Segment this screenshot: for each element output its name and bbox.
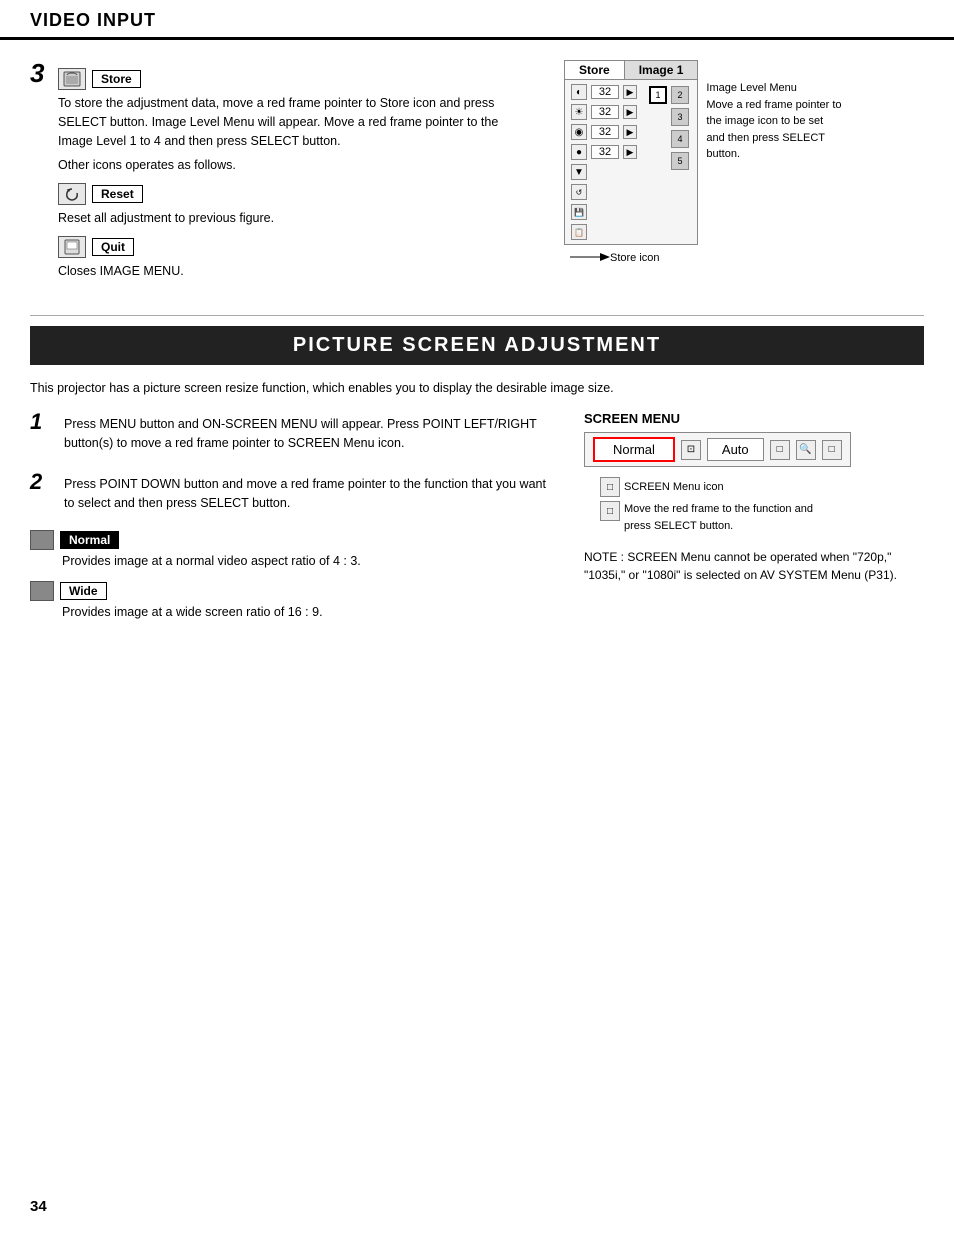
quit-btn-label: Quit [92,238,134,256]
image-icon-5: 5 [671,152,689,170]
psa-two-col: 1 Press MENU button and ON-SCREEN MENU w… [30,411,924,628]
menu-indicator-box-2: □ [600,501,620,521]
quit-icon-row: Quit [58,236,534,258]
screen-icon-2: □ [770,440,790,460]
screen-icon-4: □ [822,440,842,460]
note-box: NOTE : SCREEN Menu cannot be operated wh… [584,548,924,584]
screen-icon-1: ⊡ [681,440,701,460]
step3-number: 3 [30,60,50,86]
section1-left: 3 Store To store the adjustment data, mo… [30,60,534,295]
menu-row-8: 📋 [571,224,637,240]
image1-menu-btn: Image 1 [625,61,698,79]
screen-icon-3: 🔍 [796,440,816,460]
image-icon-3: 3 [671,108,689,126]
screen-normal-box: Normal [593,437,675,462]
screen-auto-box: Auto [707,438,764,461]
wide-desc: Provides image at a wide screen ratio of… [62,603,554,622]
reset-icon-box [58,183,86,205]
menu-row-7: 💾 [571,204,637,220]
contrast-icon: ◐ [571,84,587,100]
quit-menu-icon: 📋 [571,224,587,240]
store-icon-box [58,68,86,90]
store-menu-btn: Store [565,61,625,79]
reset-btn-label: Reset [92,185,143,203]
arrow2: ▶ [623,105,637,119]
normal-desc: Provides image at a normal video aspect … [62,552,554,571]
image-icon-2: 2 [671,86,689,104]
other-icons-label: Other icons operates as follows. [58,156,534,175]
screen-menu-label: SCREEN MENU [584,411,924,426]
wide-icon-box [30,581,54,601]
page-footer: 34 [30,1198,47,1215]
store-icon-row: Store [58,68,534,90]
step1-text: Press MENU button and ON-SCREEN MENU wil… [64,415,554,453]
psa-heading: PICTURE SCREEN ADJUSTMENT [30,326,924,365]
menu-top-bar: Store Image 1 [565,61,697,80]
reset-desc: Reset all adjustment to previous figure. [58,209,534,228]
arrow1: ▶ [623,85,637,99]
step2-num: 2 [30,471,48,493]
step2-text: Press POINT DOWN button and move a red f… [64,475,554,513]
val4: 32 [591,145,619,159]
menu-row-6: ↺ [571,184,637,200]
step1-num: 1 [30,411,48,433]
quit-icon-box [58,236,86,258]
section1: 3 Store To store the adjustment data, mo… [30,60,924,295]
arrow4: ▶ [623,145,637,159]
page-number: 34 [30,1198,47,1215]
main-content: 3 Store To store the adjustment data, mo… [0,40,954,628]
screen-move-text: Move the red frame to the function andpr… [624,501,813,534]
diagram-annotation-text: Image Level MenuMove a red frame pointer… [706,82,841,160]
right-annotation: Image Level MenuMove a red frame pointer… [706,60,866,163]
menu-row-5: ▼ [571,164,637,180]
page-header: VIDEO INPUT [0,0,954,40]
image-icon-4: 4 [671,130,689,148]
section-divider [30,315,924,316]
image-level-menu-diagram: Store Image 1 ◐ 32 ▶ [564,60,698,245]
store-icon-label: Store icon [610,252,660,264]
store-btn-label: Store [92,70,141,88]
tint-icon: ● [571,144,587,160]
down-icon: ▼ [571,164,587,180]
wide-btn-label: Wide [60,582,107,600]
menu-row-3: ◉ 32 ▶ [571,124,637,140]
image-icon-1: 1 [649,86,667,104]
screen-menu-icon-label: SCREEN Menu icon [624,481,724,493]
brightness-icon: ☀ [571,104,587,120]
wide-function-item: Wide [30,581,554,601]
normal-icon-box [30,530,54,550]
diagram-wrapper: Store Image 1 ◐ 32 ▶ [564,60,698,267]
screen-menu-diagram: Normal ⊡ Auto □ 🔍 □ [584,432,851,467]
val1: 32 [591,85,619,99]
normal-function-item: Normal [30,530,554,550]
psa-left: 1 Press MENU button and ON-SCREEN MENU w… [30,411,554,628]
arrow3: ▶ [623,125,637,139]
val2: 32 [591,105,619,119]
section2: PICTURE SCREEN ADJUSTMENT This projector… [30,326,924,628]
store-menu-icon: 💾 [571,204,587,220]
psa-intro: This projector has a picture screen resi… [30,379,924,398]
color-icon: ◉ [571,124,587,140]
psa-right: SCREEN MENU Normal ⊡ Auto □ 🔍 □ □ [584,411,924,628]
step3-content: Store To store the adjustment data, move… [58,60,534,287]
val3: 32 [591,125,619,139]
menu-indicator-box-1: □ [600,477,620,497]
section1-right: Store Image 1 ◐ 32 ▶ [564,60,924,295]
note-text: NOTE : SCREEN Menu cannot be operated wh… [584,550,897,582]
menu-row-4: ● 32 ▶ [571,144,637,160]
reset-icon-row: Reset [58,183,534,205]
step3-row: 3 Store To store the adjustment data, mo… [30,60,534,287]
step2-row: 2 Press POINT DOWN button and move a red… [30,471,554,519]
screen-menu-icon-annotation: □ SCREEN Menu icon □ Move the red frame … [584,475,924,534]
step1-row: 1 Press MENU button and ON-SCREEN MENU w… [30,411,554,459]
page-title: VIDEO INPUT [30,10,156,30]
diagram-annotation-area: Store Image 1 ◐ 32 ▶ [564,60,924,267]
normal-btn-label: Normal [60,531,119,549]
step3-body: To store the adjustment data, move a red… [58,94,534,150]
menu-row-2: ☀ 32 ▶ [571,104,637,120]
menu-row-1: ◐ 32 ▶ [571,84,637,100]
quit-desc: Closes IMAGE MENU. [58,262,534,281]
reset-menu-icon: ↺ [571,184,587,200]
